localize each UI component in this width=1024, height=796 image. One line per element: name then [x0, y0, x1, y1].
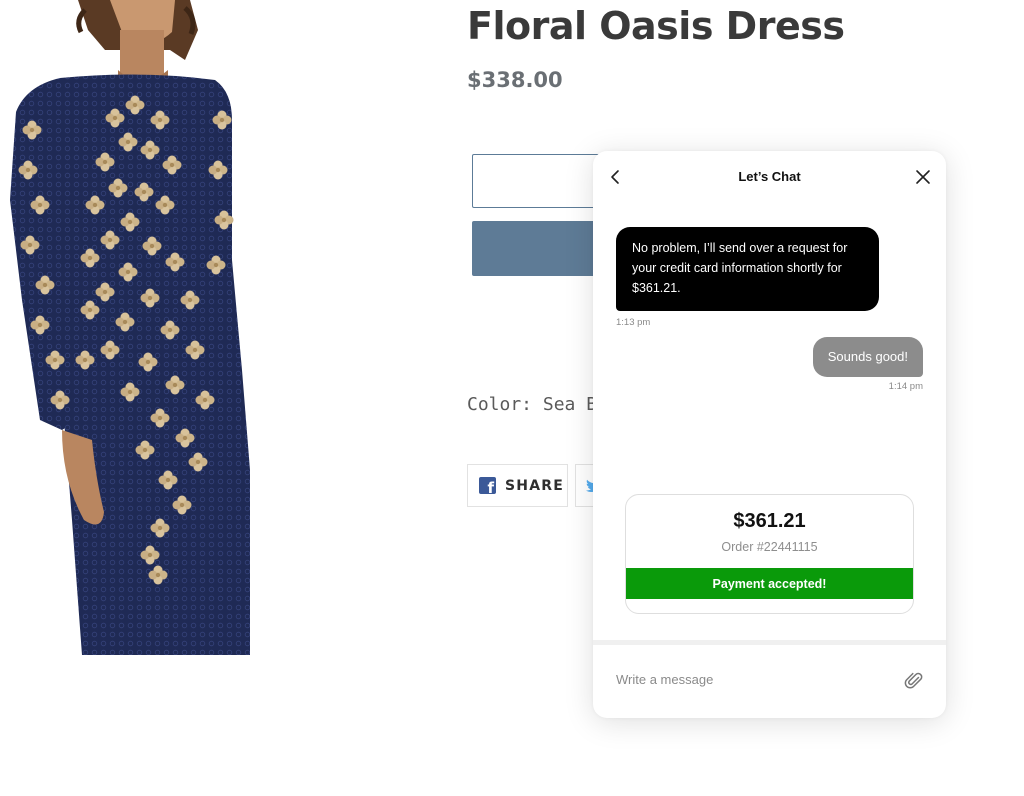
order-amount: $361.21 [733, 510, 806, 532]
facebook-share-button[interactable]: f SHARE [467, 464, 568, 507]
payment-status-banner: Payment accepted! [626, 568, 913, 599]
paperclip-icon[interactable] [904, 671, 924, 691]
order-number: Order #22441115 [721, 540, 818, 554]
message-timestamp: 1:14 pm [888, 381, 923, 392]
order-card: $361.21 Order #22441115 Payment accepted… [625, 494, 914, 614]
product-image [0, 0, 300, 655]
message-timestamp: 1:13 pm [616, 317, 651, 328]
dress-photo [10, 0, 250, 655]
product-title: Floral Oasis Dress [467, 4, 845, 48]
chat-header: Let’s Chat [593, 151, 946, 203]
chat-message-agent: No problem, I’ll send over a request for… [616, 227, 879, 311]
share-label: SHARE [505, 477, 564, 494]
close-icon[interactable] [914, 168, 932, 186]
chat-divider [593, 640, 946, 645]
product-price: $338.00 [467, 68, 563, 92]
chat-widget: Let’s Chat No problem, I’ll send over a … [593, 151, 946, 718]
chat-message-user: Sounds good! [812, 337, 923, 377]
message-input[interactable] [616, 672, 886, 687]
facebook-icon: f [479, 477, 496, 496]
chat-title: Let’s Chat [738, 169, 801, 184]
